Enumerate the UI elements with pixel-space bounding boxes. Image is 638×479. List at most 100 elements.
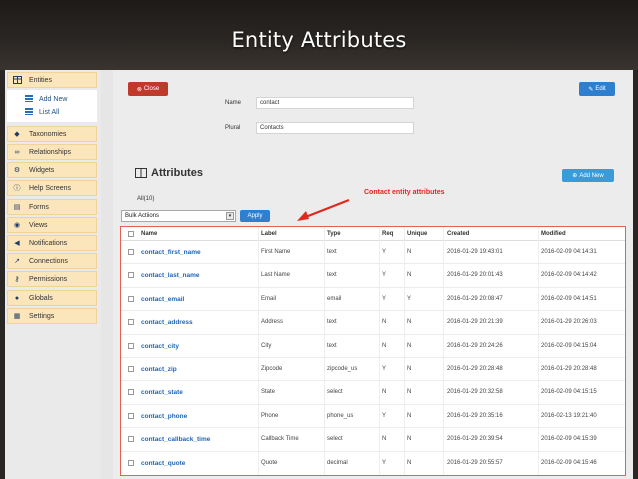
column-header-unique[interactable]: Unique (407, 231, 427, 237)
row-checkbox[interactable] (128, 295, 134, 302)
sidebar-item-notifications[interactable]: ◀ Notifications (7, 235, 97, 251)
cell-type: text (327, 319, 337, 326)
table-header: Name Label Type Req Unique Created Modif… (121, 227, 625, 241)
row-checkbox[interactable] (128, 342, 134, 349)
attribute-name-link[interactable]: contact_last_name (141, 272, 200, 279)
all-count-link[interactable]: All(10) (137, 196, 154, 202)
sidebar-item-taxonomies[interactable]: ◆ Taxonomies (7, 126, 97, 142)
slide-header: Entity Attributes (0, 0, 638, 70)
sidebar-item-views[interactable]: ◉ Views (7, 217, 97, 233)
table-row[interactable]: contact_last_name Last Name text Y N 201… (121, 264, 625, 288)
table-row[interactable]: contact_first_name First Name text Y N 2… (121, 241, 625, 265)
eye-icon: ◉ (13, 222, 21, 229)
table-row[interactable]: contact_address Address text N N 2016-01… (121, 311, 625, 335)
column-header-name[interactable]: Name (141, 231, 157, 237)
plural-field[interactable]: Contacts (256, 122, 414, 134)
sidebar-item-globals[interactable]: ● Globals (7, 290, 97, 306)
sidebar-item-widgets[interactable]: ⚙ Widgets (7, 162, 97, 178)
cell-unique: N (407, 436, 412, 443)
cell-label: First Name (261, 249, 291, 255)
sidebar-item-permissions[interactable]: ⚷ Permissions (7, 271, 97, 287)
cell-unique: N (407, 342, 412, 349)
cell-req: Y (382, 295, 387, 302)
sidebar-item-relationships[interactable]: ∞ Relationships (7, 144, 97, 160)
sidebar-subitem-add-new[interactable]: Add New (25, 95, 67, 103)
name-label: Name (225, 100, 242, 106)
add-new-attribute-button[interactable]: ⊕ Add New (562, 169, 614, 182)
attribute-name-link[interactable]: contact_state (141, 389, 183, 396)
column-header-type[interactable]: Type (327, 231, 341, 237)
cell-modified: 2016-02-09 04:15:46 (541, 459, 597, 466)
cell-created: 2016-01-29 20:28:48 (447, 366, 503, 372)
row-checkbox[interactable] (128, 319, 134, 326)
cell-label: State (261, 389, 276, 396)
sidebar-item-connections[interactable]: ↗ Connections (7, 253, 97, 269)
table-row[interactable]: contact_state State select N N 2016-01-2… (121, 381, 625, 405)
row-checkbox[interactable] (128, 412, 134, 419)
cell-req: N (382, 436, 387, 443)
link-icon: ∞ (14, 148, 20, 156)
chevron-down-icon: ▾ (226, 212, 234, 220)
attribute-name-link[interactable]: contact_address (141, 319, 193, 326)
attribute-name-link[interactable]: contact_email (141, 296, 184, 303)
cell-unique: N (407, 459, 412, 466)
row-checkbox[interactable] (128, 389, 134, 396)
table-row[interactable]: contact_zip Zipcode zipcode_us Y N 2016-… (121, 358, 625, 382)
attribute-name-link[interactable]: contact_first_name (141, 249, 201, 256)
select-all-checkbox[interactable] (128, 231, 134, 237)
attribute-name-link[interactable]: contact_phone (141, 413, 187, 420)
row-checkbox[interactable] (128, 272, 134, 279)
edit-button[interactable]: ✎ Edit (579, 82, 615, 96)
table-icon (12, 75, 22, 85)
table-row[interactable]: contact_email Email email Y Y 2016-01-29… (121, 288, 625, 312)
attribute-name-link[interactable]: contact_zip (141, 366, 177, 373)
row-checkbox[interactable] (128, 366, 134, 372)
cell-modified: 2016-02-13 19:21:40 (541, 412, 597, 419)
sidebar-subitem-list-all[interactable]: List All (25, 108, 59, 116)
bulk-actions-select[interactable]: Bulk Actiions ▾ (121, 210, 236, 222)
sidebar-item-forms[interactable]: ▤ Forms (7, 199, 97, 215)
sidebar-item-settings[interactable]: ▦ Settings (7, 308, 97, 324)
cell-type: phone_us (327, 412, 354, 419)
row-checkbox[interactable] (128, 459, 134, 466)
cell-label: Phone (261, 412, 279, 419)
slide-title: Entity Attributes (231, 28, 407, 52)
gear-icon: ⚙ (13, 167, 21, 174)
column-header-modified[interactable]: Modified (541, 231, 566, 237)
table-row[interactable]: contact_phone Phone phone_us Y N 2016-01… (121, 405, 625, 429)
cell-req: Y (382, 249, 387, 255)
cell-modified: 2016-01-29 20:28:48 (541, 366, 597, 372)
name-field[interactable]: contact (256, 97, 414, 109)
sidebar-item-entities[interactable]: Entities (7, 72, 97, 88)
row-checkbox[interactable] (128, 249, 134, 255)
close-button[interactable]: ⊗ Close (128, 82, 168, 96)
apply-button[interactable]: Apply (240, 210, 270, 222)
attribute-name-link[interactable]: contact_city (141, 343, 179, 350)
sidebar-submenu: Add New List All (7, 90, 97, 122)
attribute-name-link[interactable]: contact_quote (141, 460, 185, 467)
column-header-label[interactable]: Label (261, 231, 277, 237)
column-header-req[interactable]: Req (382, 231, 393, 237)
cell-label: Email (261, 295, 277, 302)
column-header-created[interactable]: Created (447, 231, 469, 237)
cell-req: Y (382, 459, 387, 466)
cell-unique: Y (407, 295, 412, 302)
info-icon: ⓘ (13, 185, 21, 192)
cell-modified: 2016-02-09 04:15:04 (541, 342, 597, 349)
list-icon (25, 95, 34, 103)
cell-req: N (382, 319, 387, 326)
sidebar-item-help-screens[interactable]: ⓘ Help Screens (7, 180, 97, 196)
cell-unique: N (407, 389, 412, 396)
attribute-name-link[interactable]: contact_callback_time (141, 436, 210, 443)
table-row[interactable]: contact_callback_time Callback Time sele… (121, 428, 625, 452)
table-row[interactable]: contact_quote Quote decimal Y N 2016-01-… (121, 452, 625, 475)
cell-unique: N (407, 319, 412, 326)
cell-label: Zipcode (261, 366, 283, 372)
list-icon (25, 108, 34, 116)
external-link-icon: ↗ (14, 258, 20, 265)
cell-unique: N (407, 412, 412, 419)
cell-req: Y (382, 412, 387, 419)
annotation-arrow (297, 198, 350, 221)
row-checkbox[interactable] (128, 436, 134, 443)
table-row[interactable]: contact_city City text N N 2016-01-29 20… (121, 335, 625, 358)
